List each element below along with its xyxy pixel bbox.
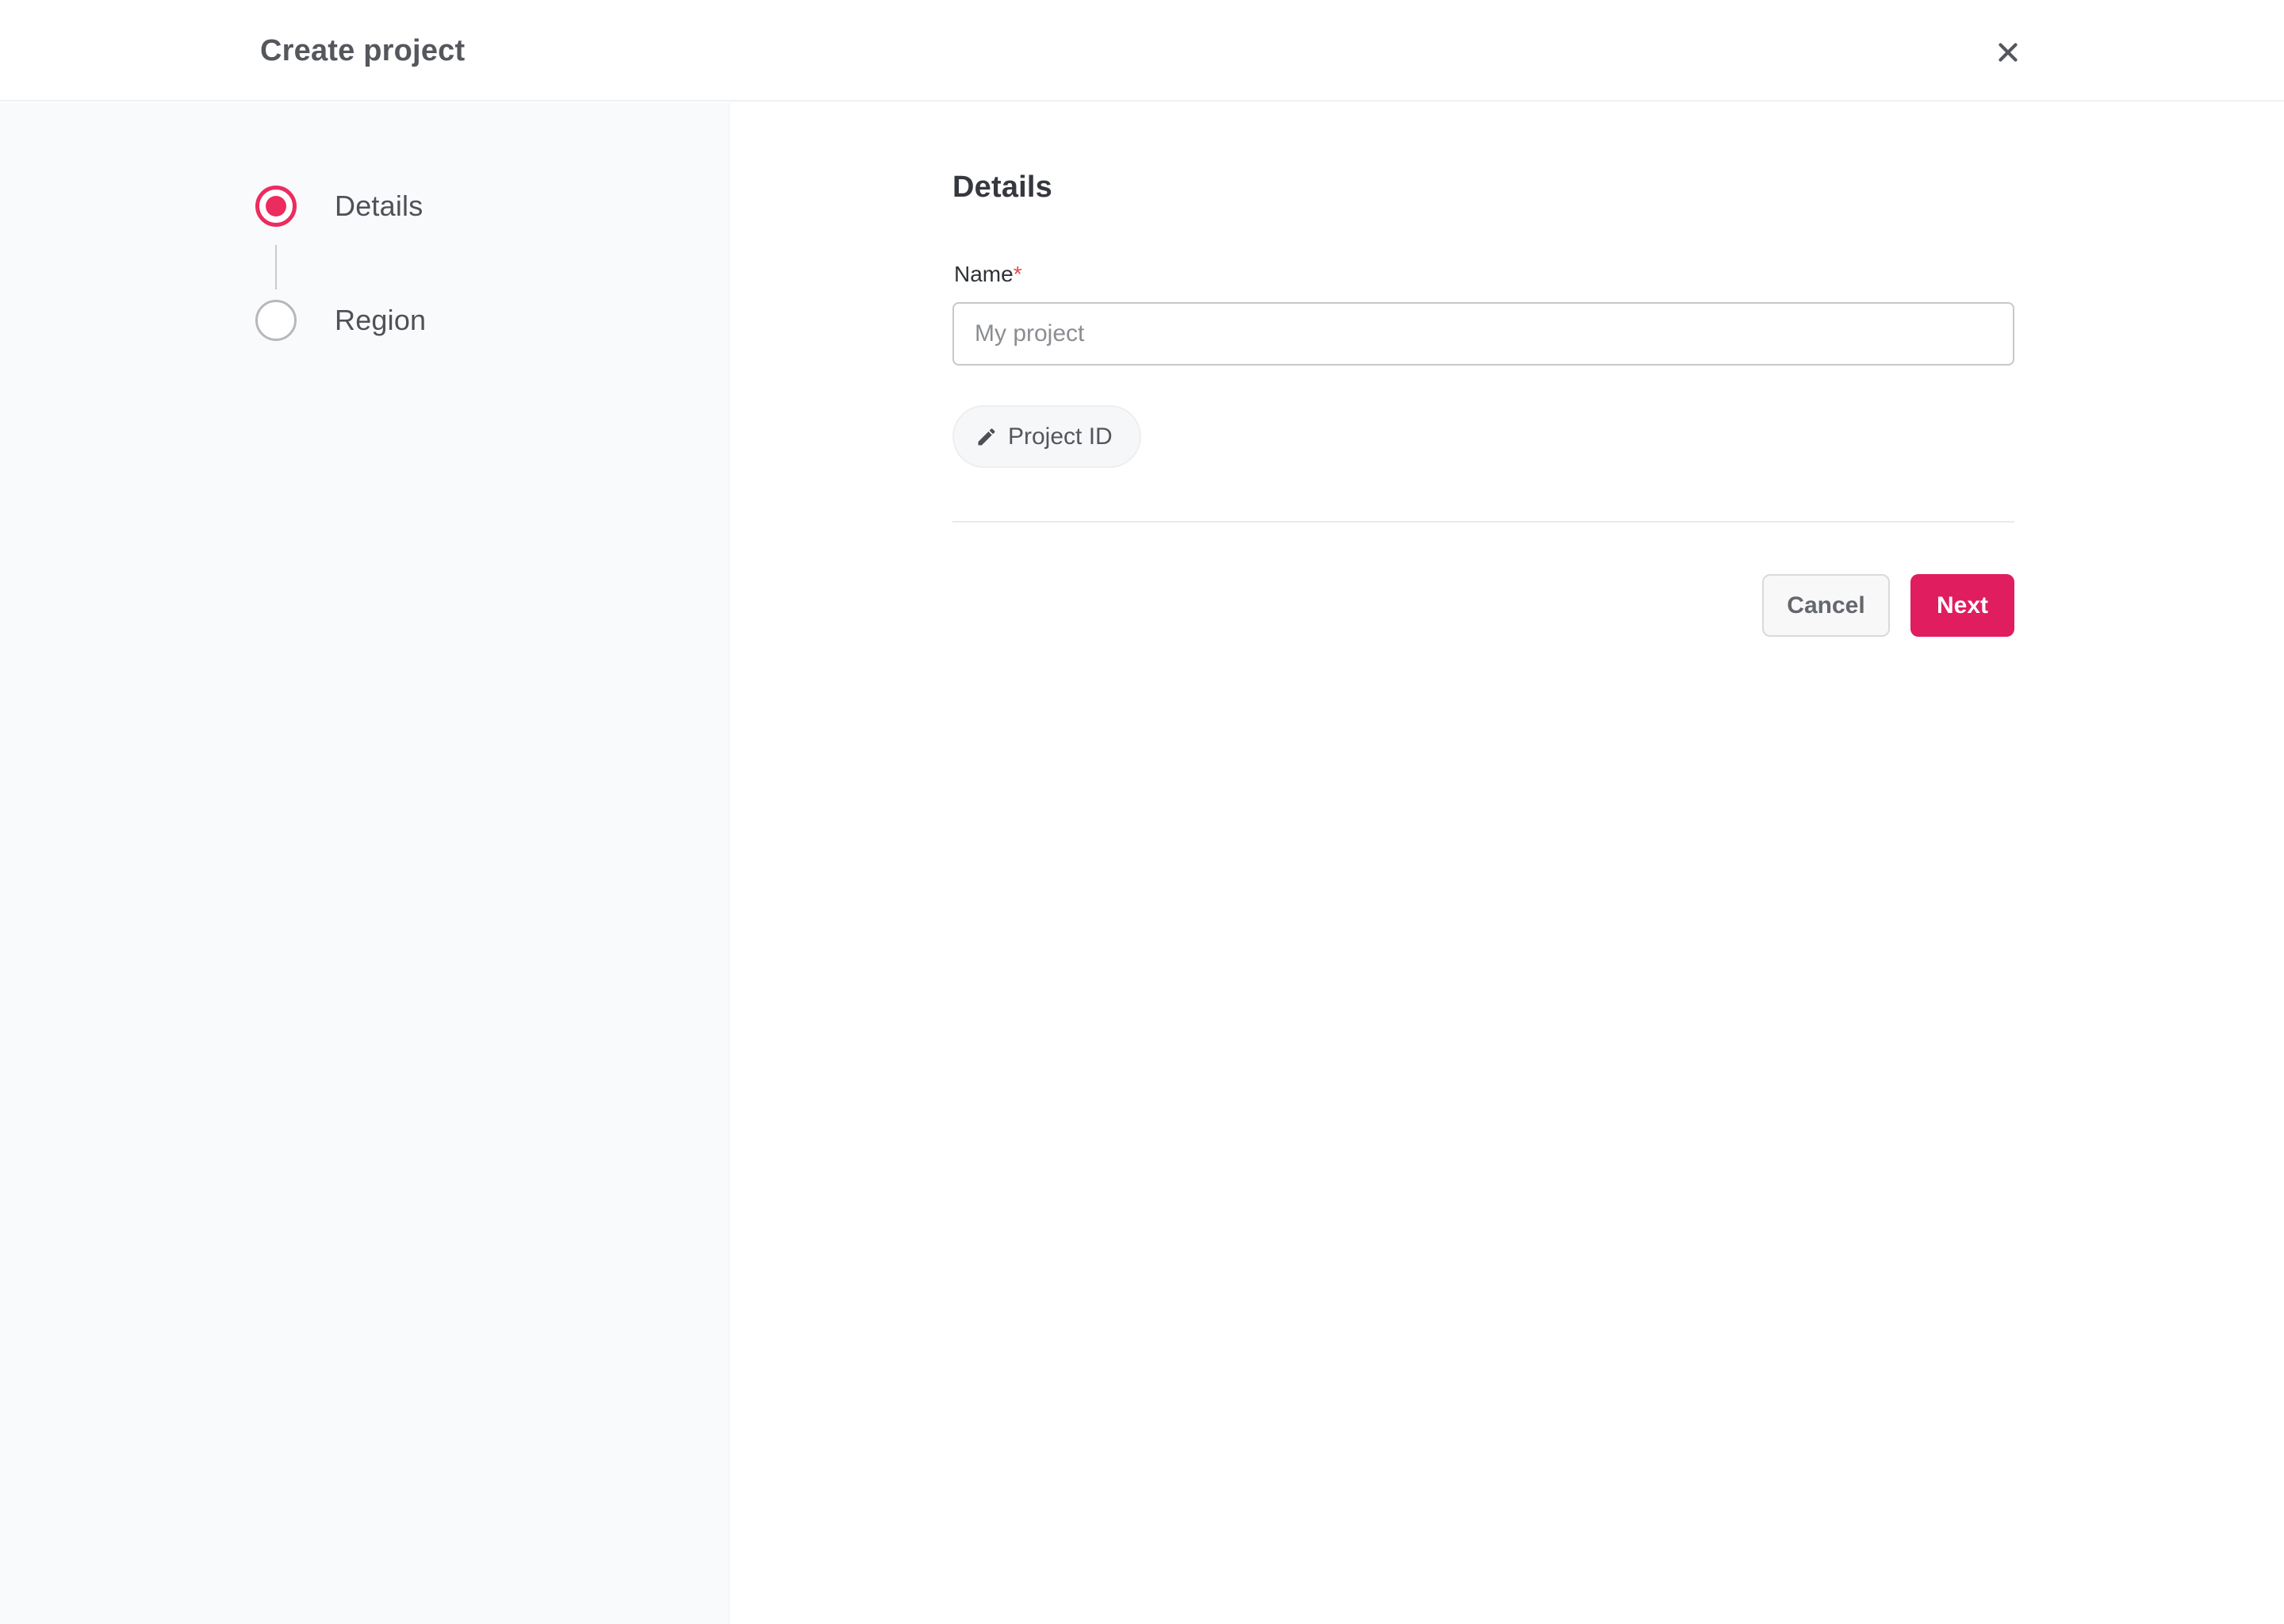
step-label: Region — [335, 304, 427, 336]
wizard-sidebar: Details Region — [0, 103, 730, 1624]
close-icon — [1993, 37, 2023, 67]
pencil-edit-icon — [975, 426, 998, 448]
step-label: Details — [335, 190, 423, 222]
dialog-title: Create project — [260, 33, 466, 67]
project-id-label: Project ID — [1008, 423, 1113, 450]
radio-inactive-icon — [255, 300, 297, 341]
project-id-button[interactable]: Project ID — [952, 405, 1141, 468]
dialog-actions: Cancel Next — [952, 574, 2014, 637]
stepper-item-details[interactable]: Details — [255, 186, 423, 227]
stepper-item-region[interactable]: Region — [255, 300, 426, 341]
form-divider — [952, 521, 2014, 523]
name-field-label: Name* — [954, 262, 1022, 286]
cancel-button[interactable]: Cancel — [1762, 574, 1890, 637]
next-button[interactable]: Next — [1910, 574, 2014, 637]
radio-active-icon — [255, 186, 297, 227]
dialog-header: Create project — [0, 0, 2284, 102]
project-name-input[interactable] — [952, 302, 2014, 366]
section-heading: Details — [952, 170, 1053, 204]
required-asterisk: * — [1013, 262, 1022, 286]
close-button[interactable] — [1987, 32, 2029, 73]
stepper-connector-line — [275, 245, 277, 289]
